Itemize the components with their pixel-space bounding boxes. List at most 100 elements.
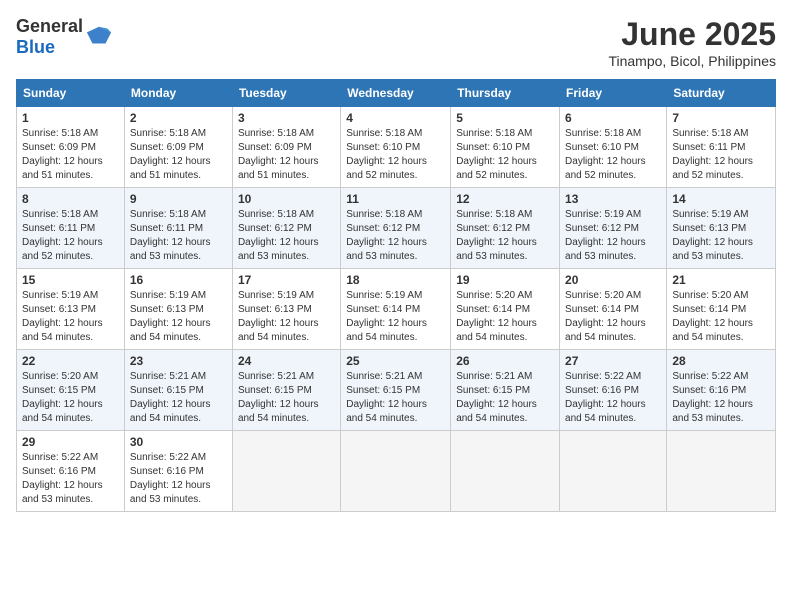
day-number: 26: [456, 354, 554, 368]
calendar-cell: 22 Sunrise: 5:20 AMSunset: 6:15 PMDaylig…: [17, 350, 125, 431]
logo-general: General: [16, 16, 83, 36]
day-number: 18: [346, 273, 445, 287]
calendar-cell: [667, 431, 776, 512]
calendar-cell: 7 Sunrise: 5:18 AMSunset: 6:11 PMDayligh…: [667, 107, 776, 188]
calendar-cell: 24 Sunrise: 5:21 AMSunset: 6:15 PMDaylig…: [232, 350, 340, 431]
calendar-cell: 23 Sunrise: 5:21 AMSunset: 6:15 PMDaylig…: [124, 350, 232, 431]
logo: General Blue: [16, 16, 113, 58]
day-number: 19: [456, 273, 554, 287]
calendar-cell: 18 Sunrise: 5:19 AMSunset: 6:14 PMDaylig…: [341, 269, 451, 350]
logo-text: General Blue: [16, 16, 83, 58]
weekday-header-sunday: Sunday: [17, 80, 125, 107]
header: General Blue June 2025 Tinampo, Bicol, P…: [16, 16, 776, 69]
calendar-cell: 29 Sunrise: 5:22 AMSunset: 6:16 PMDaylig…: [17, 431, 125, 512]
day-info: Sunrise: 5:18 AMSunset: 6:09 PMDaylight:…: [130, 128, 211, 181]
logo-blue: Blue: [16, 37, 55, 57]
calendar-cell: 27 Sunrise: 5:22 AMSunset: 6:16 PMDaylig…: [560, 350, 667, 431]
calendar-cell: 2 Sunrise: 5:18 AMSunset: 6:09 PMDayligh…: [124, 107, 232, 188]
day-info: Sunrise: 5:18 AMSunset: 6:09 PMDaylight:…: [22, 128, 103, 181]
day-info: Sunrise: 5:18 AMSunset: 6:10 PMDaylight:…: [456, 128, 537, 181]
calendar-cell: [451, 431, 560, 512]
day-number: 30: [130, 435, 227, 449]
calendar-cell: 15 Sunrise: 5:19 AMSunset: 6:13 PMDaylig…: [17, 269, 125, 350]
calendar-week-row: 15 Sunrise: 5:19 AMSunset: 6:13 PMDaylig…: [17, 269, 776, 350]
day-info: Sunrise: 5:22 AMSunset: 6:16 PMDaylight:…: [672, 371, 753, 424]
day-info: Sunrise: 5:18 AMSunset: 6:12 PMDaylight:…: [238, 209, 319, 262]
day-number: 23: [130, 354, 227, 368]
location-title: Tinampo, Bicol, Philippines: [608, 53, 776, 69]
calendar-cell: 4 Sunrise: 5:18 AMSunset: 6:10 PMDayligh…: [341, 107, 451, 188]
calendar-week-row: 22 Sunrise: 5:20 AMSunset: 6:15 PMDaylig…: [17, 350, 776, 431]
calendar-cell: [341, 431, 451, 512]
day-info: Sunrise: 5:19 AMSunset: 6:13 PMDaylight:…: [130, 290, 211, 343]
weekday-header-row: SundayMondayTuesdayWednesdayThursdayFrid…: [17, 80, 776, 107]
day-info: Sunrise: 5:19 AMSunset: 6:14 PMDaylight:…: [346, 290, 427, 343]
day-info: Sunrise: 5:19 AMSunset: 6:13 PMDaylight:…: [672, 209, 753, 262]
calendar-cell: [560, 431, 667, 512]
calendar-cell: 20 Sunrise: 5:20 AMSunset: 6:14 PMDaylig…: [560, 269, 667, 350]
day-info: Sunrise: 5:18 AMSunset: 6:09 PMDaylight:…: [238, 128, 319, 181]
calendar-cell: 17 Sunrise: 5:19 AMSunset: 6:13 PMDaylig…: [232, 269, 340, 350]
day-info: Sunrise: 5:21 AMSunset: 6:15 PMDaylight:…: [456, 371, 537, 424]
weekday-header-tuesday: Tuesday: [232, 80, 340, 107]
day-number: 29: [22, 435, 119, 449]
day-info: Sunrise: 5:18 AMSunset: 6:10 PMDaylight:…: [346, 128, 427, 181]
day-number: 7: [672, 111, 770, 125]
day-info: Sunrise: 5:18 AMSunset: 6:10 PMDaylight:…: [565, 128, 646, 181]
day-number: 4: [346, 111, 445, 125]
day-number: 6: [565, 111, 661, 125]
day-info: Sunrise: 5:22 AMSunset: 6:16 PMDaylight:…: [22, 452, 103, 505]
day-number: 9: [130, 192, 227, 206]
calendar-cell: 19 Sunrise: 5:20 AMSunset: 6:14 PMDaylig…: [451, 269, 560, 350]
day-info: Sunrise: 5:21 AMSunset: 6:15 PMDaylight:…: [346, 371, 427, 424]
title-area: June 2025 Tinampo, Bicol, Philippines: [608, 16, 776, 69]
day-info: Sunrise: 5:19 AMSunset: 6:12 PMDaylight:…: [565, 209, 646, 262]
day-number: 12: [456, 192, 554, 206]
day-number: 13: [565, 192, 661, 206]
day-number: 3: [238, 111, 335, 125]
calendar-cell: 12 Sunrise: 5:18 AMSunset: 6:12 PMDaylig…: [451, 188, 560, 269]
weekday-header-wednesday: Wednesday: [341, 80, 451, 107]
day-number: 14: [672, 192, 770, 206]
day-info: Sunrise: 5:19 AMSunset: 6:13 PMDaylight:…: [22, 290, 103, 343]
day-info: Sunrise: 5:20 AMSunset: 6:15 PMDaylight:…: [22, 371, 103, 424]
day-number: 27: [565, 354, 661, 368]
day-number: 28: [672, 354, 770, 368]
calendar-cell: 25 Sunrise: 5:21 AMSunset: 6:15 PMDaylig…: [341, 350, 451, 431]
day-number: 22: [22, 354, 119, 368]
day-number: 10: [238, 192, 335, 206]
day-info: Sunrise: 5:21 AMSunset: 6:15 PMDaylight:…: [130, 371, 211, 424]
calendar-cell: 5 Sunrise: 5:18 AMSunset: 6:10 PMDayligh…: [451, 107, 560, 188]
calendar-cell: 28 Sunrise: 5:22 AMSunset: 6:16 PMDaylig…: [667, 350, 776, 431]
calendar-cell: 26 Sunrise: 5:21 AMSunset: 6:15 PMDaylig…: [451, 350, 560, 431]
day-number: 16: [130, 273, 227, 287]
calendar-cell: 6 Sunrise: 5:18 AMSunset: 6:10 PMDayligh…: [560, 107, 667, 188]
day-number: 15: [22, 273, 119, 287]
day-info: Sunrise: 5:19 AMSunset: 6:13 PMDaylight:…: [238, 290, 319, 343]
day-info: Sunrise: 5:20 AMSunset: 6:14 PMDaylight:…: [456, 290, 537, 343]
day-number: 2: [130, 111, 227, 125]
calendar-cell: 13 Sunrise: 5:19 AMSunset: 6:12 PMDaylig…: [560, 188, 667, 269]
calendar-cell: 21 Sunrise: 5:20 AMSunset: 6:14 PMDaylig…: [667, 269, 776, 350]
day-info: Sunrise: 5:20 AMSunset: 6:14 PMDaylight:…: [565, 290, 646, 343]
day-number: 20: [565, 273, 661, 287]
calendar-cell: 9 Sunrise: 5:18 AMSunset: 6:11 PMDayligh…: [124, 188, 232, 269]
day-number: 11: [346, 192, 445, 206]
day-number: 24: [238, 354, 335, 368]
day-info: Sunrise: 5:18 AMSunset: 6:11 PMDaylight:…: [672, 128, 753, 181]
weekday-header-monday: Monday: [124, 80, 232, 107]
logo-icon: [85, 23, 113, 51]
month-title: June 2025: [608, 16, 776, 53]
calendar-cell: 30 Sunrise: 5:22 AMSunset: 6:16 PMDaylig…: [124, 431, 232, 512]
weekday-header-saturday: Saturday: [667, 80, 776, 107]
day-info: Sunrise: 5:21 AMSunset: 6:15 PMDaylight:…: [238, 371, 319, 424]
weekday-header-friday: Friday: [560, 80, 667, 107]
day-info: Sunrise: 5:18 AMSunset: 6:12 PMDaylight:…: [346, 209, 427, 262]
calendar-cell: 16 Sunrise: 5:19 AMSunset: 6:13 PMDaylig…: [124, 269, 232, 350]
calendar-cell: 1 Sunrise: 5:18 AMSunset: 6:09 PMDayligh…: [17, 107, 125, 188]
day-number: 21: [672, 273, 770, 287]
calendar-cell: 14 Sunrise: 5:19 AMSunset: 6:13 PMDaylig…: [667, 188, 776, 269]
calendar-week-row: 1 Sunrise: 5:18 AMSunset: 6:09 PMDayligh…: [17, 107, 776, 188]
day-info: Sunrise: 5:22 AMSunset: 6:16 PMDaylight:…: [130, 452, 211, 505]
calendar-cell: [232, 431, 340, 512]
